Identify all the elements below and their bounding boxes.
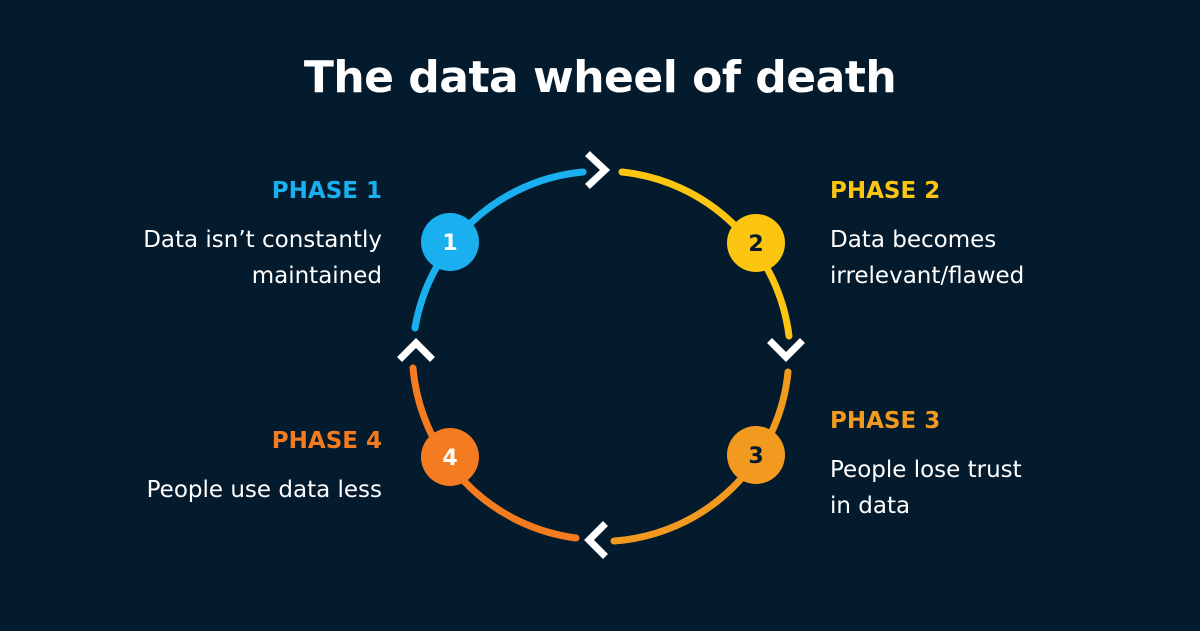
chevron-up-icon [397, 338, 435, 362]
badge-phase-1: 1 [421, 213, 479, 271]
badge-phase-2: 2 [727, 214, 785, 272]
phase-4-text: PHASE 4 People use data less [62, 426, 382, 508]
phase-description: People lose trust in data [830, 452, 1150, 524]
phase-1-text: PHASE 1 Data isn’t constantly maintained [62, 176, 382, 294]
chevron-left-icon [584, 521, 608, 559]
phase-description-line: Data isn’t constantly [143, 227, 382, 253]
phase-2-text: PHASE 2 Data becomes irrelevant/flawed [830, 176, 1150, 294]
badge-phase-3: 3 [727, 426, 785, 484]
phase-label: PHASE 3 [830, 408, 941, 434]
phase-label: PHASE 2 [830, 178, 941, 204]
phase-3-text: PHASE 3 People lose trust in data [830, 406, 1150, 524]
phase-description: Data becomes irrelevant/flawed [830, 222, 1150, 294]
phase-description-line: People lose trust [830, 457, 1022, 483]
chevron-right-icon [585, 151, 611, 189]
phase-description: Data isn’t constantly maintained [62, 222, 382, 294]
phase-description-line: in data [830, 493, 911, 519]
phase-label: PHASE 1 [271, 178, 382, 204]
phase-description-line: irrelevant/flawed [830, 263, 1025, 289]
badge-number: 1 [442, 231, 457, 256]
wheel-diagram: 1 2 3 4 [397, 151, 805, 559]
phase-description-line: maintained [251, 263, 382, 289]
phase-description-line: People use data less [146, 477, 382, 503]
badge-phase-4: 4 [421, 428, 479, 486]
badge-number: 4 [442, 446, 457, 471]
badge-number: 2 [748, 232, 763, 257]
chevron-down-icon [767, 338, 805, 362]
phase-label: PHASE 4 [271, 428, 382, 454]
badge-number: 3 [748, 444, 763, 469]
phase-description-line: Data becomes [830, 227, 997, 253]
phase-description: People use data less [62, 472, 382, 508]
